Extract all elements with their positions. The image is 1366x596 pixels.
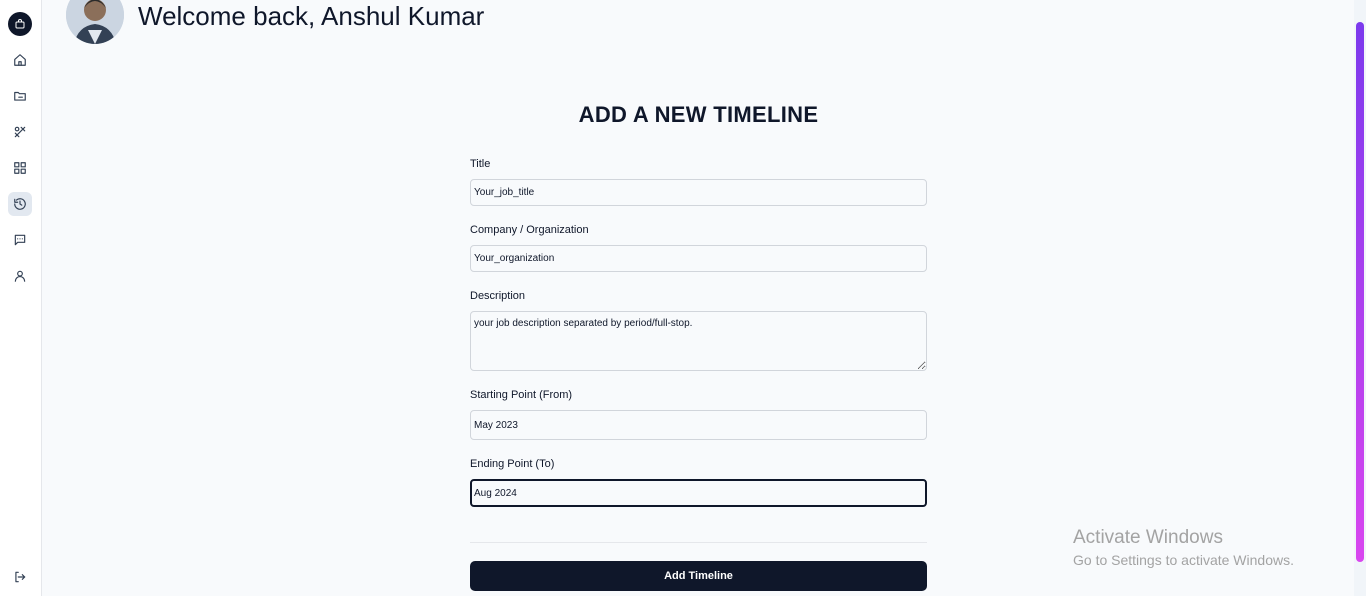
title-label: Title [470, 158, 491, 170]
welcome-heading: Welcome back, Anshul Kumar [138, 1, 485, 31]
add-timeline-button[interactable]: Add Timeline [470, 561, 927, 591]
sidebar [0, 0, 42, 596]
description-textarea[interactable]: your job description separated by period… [470, 311, 927, 371]
sidebar-item-applications[interactable] [8, 156, 32, 180]
company-input[interactable] [470, 245, 927, 272]
to-label: Ending Point (To) [470, 458, 555, 470]
company-label: Company / Organization [470, 224, 589, 236]
sidebar-item-timeline[interactable] [8, 192, 32, 216]
description-label: Description [470, 290, 526, 302]
sidebar-item-skills[interactable] [8, 120, 32, 144]
from-date-input[interactable] [470, 410, 927, 440]
sidebar-item-profile[interactable] [8, 264, 32, 288]
sidebar-item-logout[interactable] [8, 565, 32, 589]
logout-icon [15, 571, 26, 583]
sidebar-logo-button[interactable] [8, 12, 32, 36]
activate-windows-watermark: Activate Windows Go to Settings to activ… [1073, 527, 1294, 569]
form-divider [470, 542, 927, 543]
message-icon [14, 234, 26, 246]
activate-windows-title: Activate Windows [1073, 527, 1223, 548]
scrollbar-thumb[interactable] [1356, 22, 1364, 562]
form-title: ADD A NEW TIMELINE [578, 102, 819, 127]
tools-icon [14, 126, 26, 138]
sidebar-item-messages[interactable] [8, 228, 32, 252]
avatar[interactable] [66, 0, 124, 44]
from-label: Starting Point (From) [470, 389, 573, 401]
activate-windows-subtitle: Go to Settings to activate Windows. [1073, 552, 1294, 568]
bag-icon [15, 19, 25, 29]
title-input[interactable] [470, 179, 927, 206]
user-icon [14, 270, 26, 282]
home-icon [14, 54, 26, 66]
folder-icon [14, 91, 26, 101]
grid-icon [14, 162, 26, 174]
to-date-input[interactable] [470, 479, 927, 507]
sidebar-item-projects[interactable] [8, 84, 32, 108]
avatar-image [66, 0, 124, 44]
history-icon [14, 198, 26, 210]
sidebar-item-home[interactable] [8, 48, 32, 72]
